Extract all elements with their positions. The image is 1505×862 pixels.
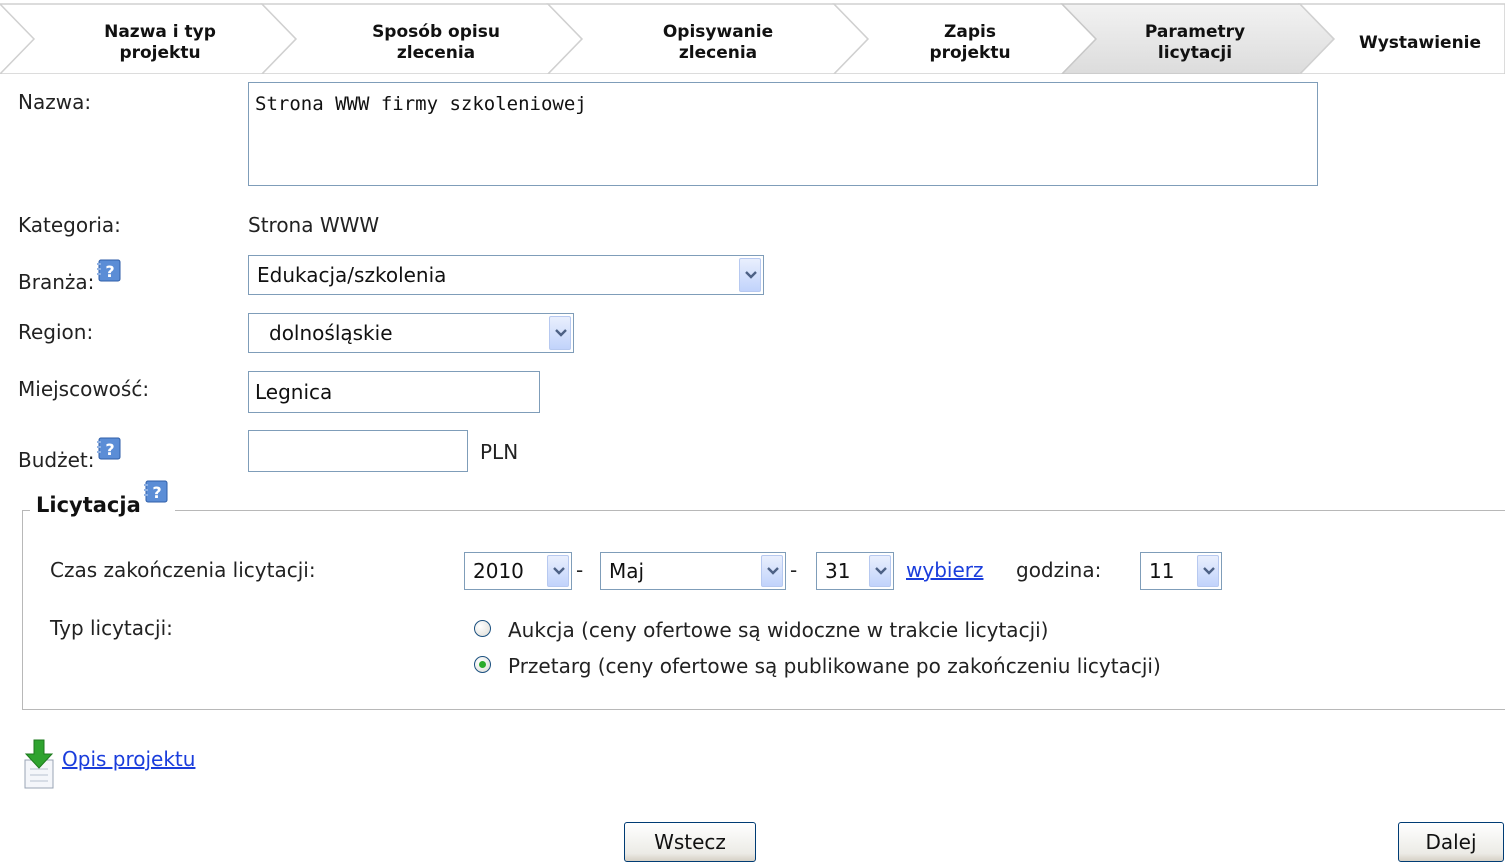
hour-select[interactable]: 11 — [1140, 552, 1222, 590]
end-time-label: Czas zakończenia licytacji: — [50, 558, 316, 582]
help-icon[interactable]: ? — [96, 436, 122, 462]
radio-tender-label[interactable]: Przetarg (ceny ofertowe są publikowane p… — [508, 654, 1161, 678]
auction-legend-text: Licytacja — [36, 493, 141, 517]
chevron-down-icon[interactable] — [547, 555, 569, 587]
step-1-line1: Nazwa i typ — [104, 22, 216, 42]
chevron-down-icon[interactable] — [739, 258, 761, 292]
year-select[interactable]: 2010 — [464, 552, 572, 590]
chevron-down-icon[interactable] — [761, 555, 783, 587]
name-textarea[interactable]: Strona WWW firmy szkoleniowej — [248, 82, 1318, 186]
step-1-label[interactable]: Nazwa i typ projektu — [60, 22, 260, 66]
step-1-line2: projektu — [119, 43, 201, 63]
help-icon[interactable]: ? — [96, 258, 122, 284]
step-3-line1: Opisywanie — [662, 22, 774, 42]
industry-select[interactable]: Edukacja/szkolenia — [248, 255, 764, 295]
step-5-line2: licytacji — [1157, 43, 1233, 63]
budget-currency: PLN — [480, 440, 519, 464]
step-3-label[interactable]: Opisywanie zlecenia — [600, 22, 836, 66]
industry-label: Branża: — [18, 270, 95, 294]
city-label: Miejscowość: — [18, 377, 150, 401]
auction-legend: Licytacja ? — [30, 480, 175, 519]
choose-date-link[interactable]: wybierz — [906, 558, 983, 582]
radio-tender[interactable] — [474, 656, 491, 673]
city-input[interactable] — [248, 371, 540, 413]
auction-fieldset — [22, 510, 1505, 710]
radio-selected-dot — [479, 661, 486, 668]
date-separator: - — [790, 558, 798, 582]
step-5-line1: Parametry — [1144, 22, 1246, 42]
year-select-value: 2010 — [473, 559, 524, 583]
step-6-label[interactable]: Wystawienie — [1340, 33, 1500, 77]
step-4-line2: projektu — [929, 43, 1011, 63]
region-select[interactable]: dolnośląskie — [248, 313, 574, 353]
hour-select-value: 11 — [1149, 559, 1175, 583]
step-3-line2: zlecenia — [678, 43, 758, 63]
budget-label: Budżet: — [18, 448, 95, 472]
region-select-value: dolnośląskie — [269, 321, 393, 345]
date-separator: - — [576, 558, 584, 582]
category-label: Kategoria: — [18, 213, 121, 237]
industry-select-value: Edukacja/szkolenia — [257, 263, 447, 287]
day-select-value: 31 — [825, 559, 851, 583]
name-label: Nazwa: — [18, 90, 92, 114]
radio-auction[interactable] — [474, 620, 491, 637]
svg-text:?: ? — [106, 440, 115, 459]
back-button[interactable]: Wstecz — [624, 822, 756, 862]
project-description-link[interactable]: Opis projektu — [62, 747, 195, 771]
month-select-value: Maj — [609, 559, 645, 583]
industry-label-row: Branża: ? — [18, 259, 122, 296]
month-select[interactable]: Maj — [600, 552, 786, 590]
svg-text:?: ? — [152, 483, 161, 502]
day-select[interactable]: 31 — [816, 552, 894, 590]
step-4-label[interactable]: Zapis projektu — [880, 22, 1060, 66]
next-button[interactable]: Dalej — [1398, 822, 1504, 862]
budget-label-row: Budżet: ? — [18, 437, 122, 474]
step-2-line2: zlecenia — [396, 43, 476, 63]
svg-text:?: ? — [106, 262, 115, 281]
chevron-down-icon[interactable] — [869, 555, 891, 587]
step-6-line1: Wystawienie — [1358, 33, 1482, 53]
step-2-line1: Sposób opisu — [372, 22, 500, 42]
chevron-down-icon[interactable] — [549, 316, 571, 350]
step-5-label-active[interactable]: Parametry licytacji — [1100, 22, 1290, 66]
category-value: Strona WWW — [248, 213, 380, 237]
chevron-down-icon[interactable] — [1197, 555, 1219, 587]
wizard-steps: Nazwa i typ projektu Sposób opisu zlecen… — [0, 0, 1505, 74]
budget-input[interactable] — [248, 430, 468, 472]
radio-auction-label[interactable]: Aukcja (ceny ofertowe są widoczne w trak… — [508, 618, 1048, 642]
auction-type-label: Typ licytacji: — [50, 616, 173, 640]
region-label: Region: — [18, 320, 94, 344]
download-document-icon[interactable] — [22, 738, 58, 790]
step-4-line1: Zapis — [944, 22, 996, 42]
step-2-label[interactable]: Sposób opisu zlecenia — [320, 22, 552, 66]
hour-label: godzina: — [1016, 558, 1102, 582]
help-icon[interactable]: ? — [143, 479, 169, 505]
